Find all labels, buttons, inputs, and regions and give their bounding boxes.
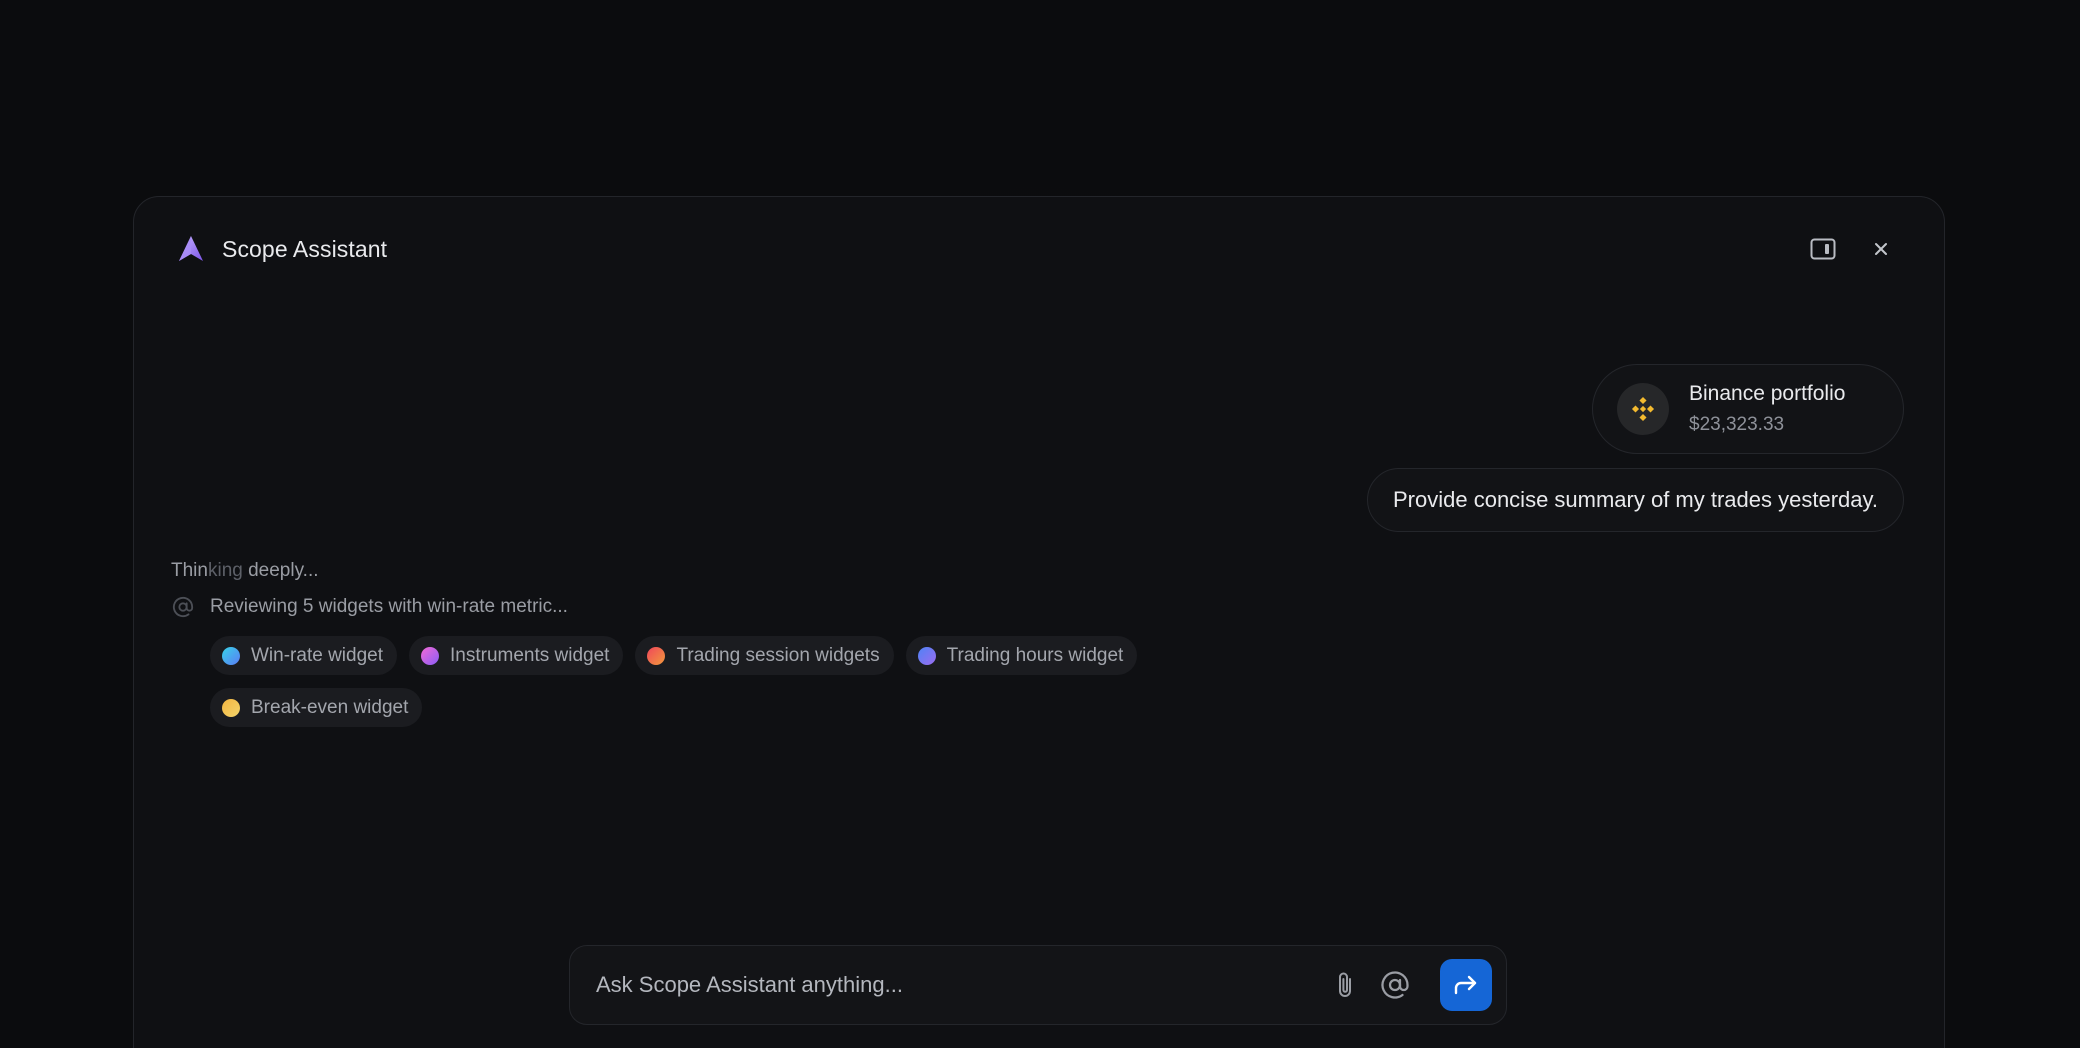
widget-color-dot: [421, 646, 439, 665]
widget-color-dot: [222, 646, 240, 665]
thinking-prefix: Thin: [171, 560, 208, 581]
widget-color-dot: [222, 698, 240, 717]
assistant-panel: Scope Assistant Binance portfolio $23,32…: [133, 196, 1945, 1048]
portfolio-name: Binance portfolio: [1689, 382, 1846, 405]
thinking-shine: king: [207, 560, 243, 581]
panel-right-icon[interactable]: [1808, 234, 1838, 264]
binance-icon: [1617, 383, 1669, 435]
widget-color-dot: [917, 646, 936, 665]
close-icon[interactable]: [1866, 234, 1896, 264]
at-sign-icon: [171, 595, 195, 619]
user-message-bubble: Provide concise summary of my trades yes…: [1367, 468, 1904, 532]
widget-chip-label: Trading session widgets: [676, 644, 880, 666]
message-input[interactable]: [596, 972, 1330, 998]
scope-logo-icon: [174, 232, 208, 266]
reviewing-status: Reviewing 5 widgets with win-rate metric…: [171, 595, 568, 619]
thinking-status: Thinking deeply...: [171, 560, 319, 582]
panel-title: Scope Assistant: [222, 235, 388, 262]
portfolio-card[interactable]: Binance portfolio $23,323.33: [1592, 364, 1904, 454]
thinking-suffix: deeply...: [242, 560, 319, 581]
send-button[interactable]: [1440, 959, 1492, 1011]
widget-chip-trading-hours[interactable]: Trading hours widget: [905, 636, 1138, 675]
widget-chip-label: Win-rate widget: [251, 644, 383, 666]
widget-chip-list: Win-rate widget Instruments widget Tradi…: [210, 636, 1210, 727]
widget-chip-break-even[interactable]: Break-even widget: [210, 688, 423, 727]
reviewing-text: Reviewing 5 widgets with win-rate metric…: [210, 596, 568, 617]
widget-chip-label: Instruments widget: [450, 644, 610, 666]
portfolio-value: $23,323.33: [1689, 414, 1785, 435]
forward-arrow-icon: [1454, 975, 1477, 995]
widget-chip-label: Break-even widget: [251, 696, 409, 718]
widget-chip-instruments[interactable]: Instruments widget: [409, 636, 624, 675]
panel-header: Scope Assistant: [174, 227, 1904, 271]
widget-chip-win-rate[interactable]: Win-rate widget: [210, 636, 397, 675]
paperclip-icon[interactable]: [1330, 970, 1360, 1000]
widget-chip-label: Trading hours widget: [946, 644, 1124, 666]
widget-chip-trading-session[interactable]: Trading session widgets: [635, 636, 894, 675]
mention-icon[interactable]: [1380, 970, 1410, 1000]
message-composer: [569, 945, 1507, 1025]
widget-color-dot: [647, 646, 666, 665]
app-background: Scope Assistant Binance portfolio $23,32…: [0, 0, 2080, 1048]
